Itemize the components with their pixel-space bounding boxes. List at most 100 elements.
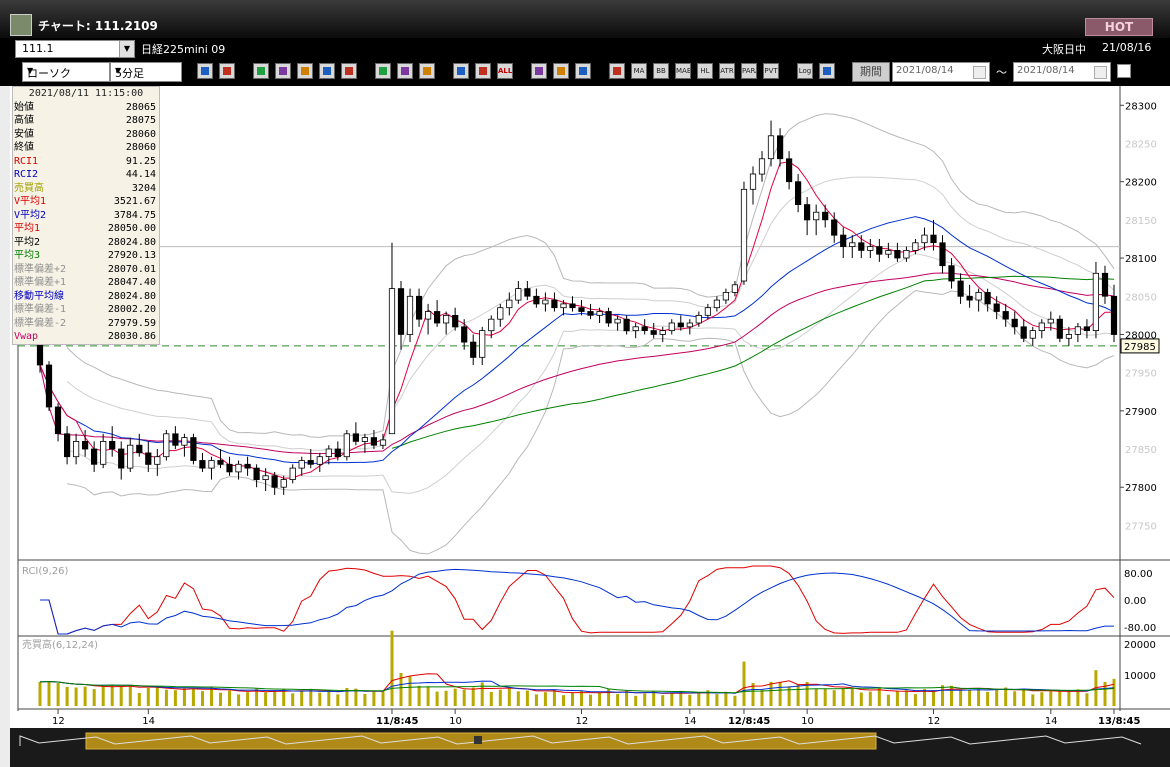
price-minor-tick-label: 27950 [1125, 369, 1157, 380]
candle-pair-button[interactable] [297, 63, 313, 79]
volume-bar [634, 695, 638, 706]
price-minor-tick-label: 27750 [1125, 521, 1157, 532]
volume-bar [119, 685, 123, 706]
candle-a-button[interactable] [453, 63, 469, 79]
info-label: 平均2 [14, 236, 41, 248]
candle-body [569, 303, 576, 309]
log-button[interactable]: Log [797, 63, 813, 79]
candle-body [659, 330, 666, 335]
candle-body [1092, 272, 1099, 332]
chart-area[interactable]: 28300 28200 28100 28000 27900 27800 28250 28150… [10, 86, 1170, 767]
info-value: 27920.13 [107, 250, 156, 261]
candle-body [930, 234, 937, 244]
layout-button[interactable] [219, 63, 235, 79]
mae-label: MAE [676, 67, 691, 75]
info-value: 28070.01 [107, 263, 156, 275]
ma-button[interactable]: MA [631, 63, 647, 79]
zoom-button[interactable] [197, 63, 213, 79]
price-tick-label: 27800 [1125, 483, 1157, 494]
chevron-down-icon: ▼ [27, 66, 34, 75]
volume-bar [408, 676, 412, 706]
pvt-button[interactable]: PVT [763, 63, 779, 79]
mae-button[interactable]: MAE [675, 63, 691, 79]
candle-body [479, 330, 486, 358]
interval-select[interactable]: 5分足 ▼ [110, 62, 182, 82]
volume-bar [237, 694, 241, 706]
info-label: 終値 [14, 142, 34, 153]
window-button[interactable] [819, 63, 835, 79]
candle-body [415, 295, 423, 320]
candle-body [695, 314, 702, 324]
candlestick-chart[interactable]: 2830028200281002800027900278002825028150… [10, 86, 1170, 767]
candle-body [181, 437, 188, 446]
volume-bar [173, 690, 177, 706]
price-tick-label: 27900 [1125, 407, 1157, 418]
volume-bar [101, 685, 105, 706]
volume-bar [841, 688, 845, 706]
info-datetime: 2021/08/11 11:15:00 [28, 88, 144, 99]
candle-body [858, 242, 865, 251]
volume-bar [724, 691, 728, 706]
bb-button[interactable]: BB [653, 63, 669, 79]
info-row: 移動平均線 28024.80 [13, 290, 159, 304]
atr-button[interactable]: ATR [719, 63, 735, 79]
volume-button[interactable] [319, 63, 335, 79]
palette-icon [535, 67, 543, 75]
pen-button[interactable] [375, 63, 391, 79]
candles-icon [301, 67, 309, 75]
color-button[interactable] [575, 63, 591, 79]
arrow-button[interactable] [419, 63, 435, 79]
calendar-icon[interactable] [1094, 66, 1107, 79]
volume-bar [589, 694, 592, 706]
all-button[interactable]: ALL [497, 63, 513, 79]
volume-bar [1049, 690, 1053, 706]
volume-bar [525, 690, 529, 706]
price-tick-label: 28300 [1125, 101, 1157, 112]
candle-body [271, 475, 278, 488]
volume-bar [444, 690, 448, 706]
candle-body [244, 463, 251, 469]
info-value: 27979.59 [107, 317, 156, 329]
symbol-code: 111.1 [22, 42, 54, 55]
hot-button[interactable]: HOT [1085, 18, 1153, 36]
volume-tick-label: 20000 [1124, 640, 1156, 651]
volume-bar [1040, 692, 1044, 706]
volume-bar [769, 681, 773, 706]
rci-label: RCI(9,26) [22, 566, 69, 577]
search-button[interactable] [275, 63, 291, 79]
brush-button[interactable] [553, 63, 569, 79]
info-row: 売買高 3204 [13, 182, 159, 196]
blank-button[interactable] [341, 63, 357, 79]
scrollbar-grip-icon [474, 736, 482, 744]
volume-bar [823, 689, 827, 706]
info-row: 標準偏差+1 28047.40 [13, 276, 159, 290]
multi-button[interactable] [609, 63, 625, 79]
date-to-field[interactable]: 2021/08/14 [1013, 62, 1111, 82]
down-icon [257, 67, 265, 75]
volume-bar [110, 684, 114, 706]
info-label: 標準偏差+2 [14, 263, 67, 275]
chevron-down-icon[interactable]: ▼ [119, 41, 134, 57]
period-checkbox[interactable] [1117, 64, 1131, 78]
info-value: 28050.00 [107, 223, 156, 234]
volume-bar [92, 689, 96, 706]
para-button[interactable]: PARA [741, 63, 757, 79]
toolbar: ローソク ▼ 5分足 ▼ ALL MA BB MAE HL ATR PARA PVT Log 期… [0, 58, 1170, 86]
calendar-icon[interactable] [973, 66, 986, 79]
chart-type-select[interactable]: ローソク ▼ [22, 62, 110, 82]
volume-bar [886, 694, 890, 706]
candle-body [1002, 311, 1009, 320]
volume-bar [182, 688, 186, 706]
volume-bar [661, 695, 665, 706]
date-from-field[interactable]: 2021/08/14 [892, 62, 990, 82]
down-arrow-button[interactable] [253, 63, 269, 79]
symbol-code-dropdown[interactable]: 111.1 ▼ [15, 40, 135, 58]
candle-b-button[interactable] [475, 63, 491, 79]
candle-body [334, 448, 341, 457]
period-button[interactable]: 期間 [852, 62, 890, 82]
candle-body [876, 246, 883, 255]
volume-bar [56, 683, 60, 706]
cursor-button[interactable] [397, 63, 413, 79]
palette-button[interactable] [531, 63, 547, 79]
hl-button[interactable]: HL [697, 63, 713, 79]
